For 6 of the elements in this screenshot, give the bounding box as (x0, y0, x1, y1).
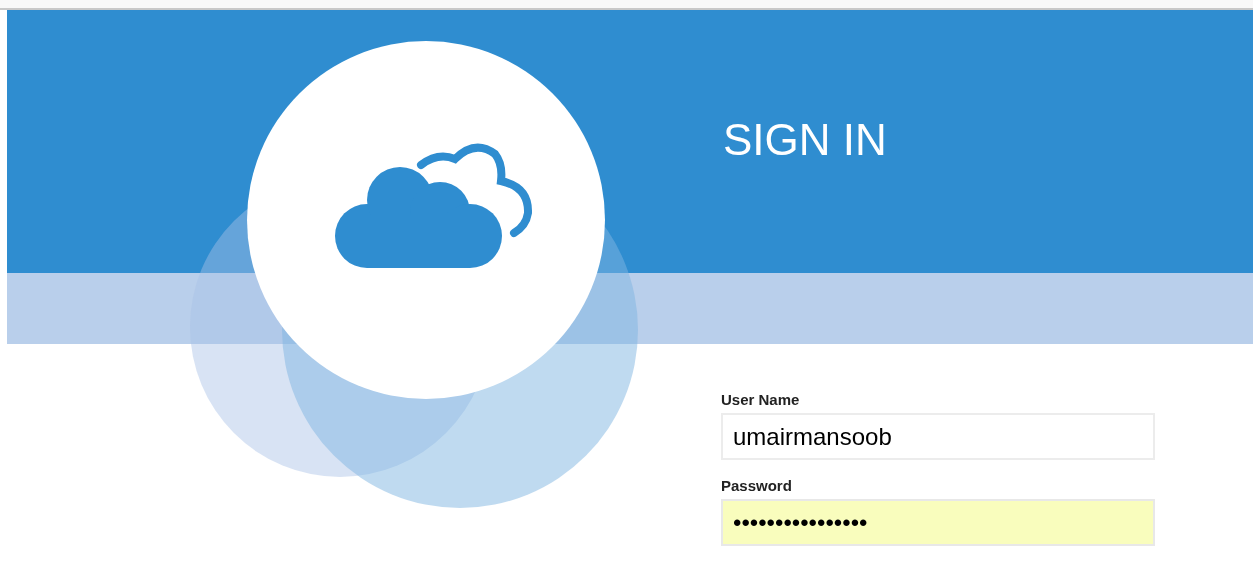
page-title: SIGN IN (723, 117, 887, 162)
input-field[interactable]: umairmansoob (721, 413, 1155, 460)
input-field[interactable]: •••••••••••••••• (721, 499, 1155, 546)
field-label: Password (721, 478, 793, 493)
cloud-icon (335, 143, 532, 268)
field-label: User Name (721, 392, 801, 407)
